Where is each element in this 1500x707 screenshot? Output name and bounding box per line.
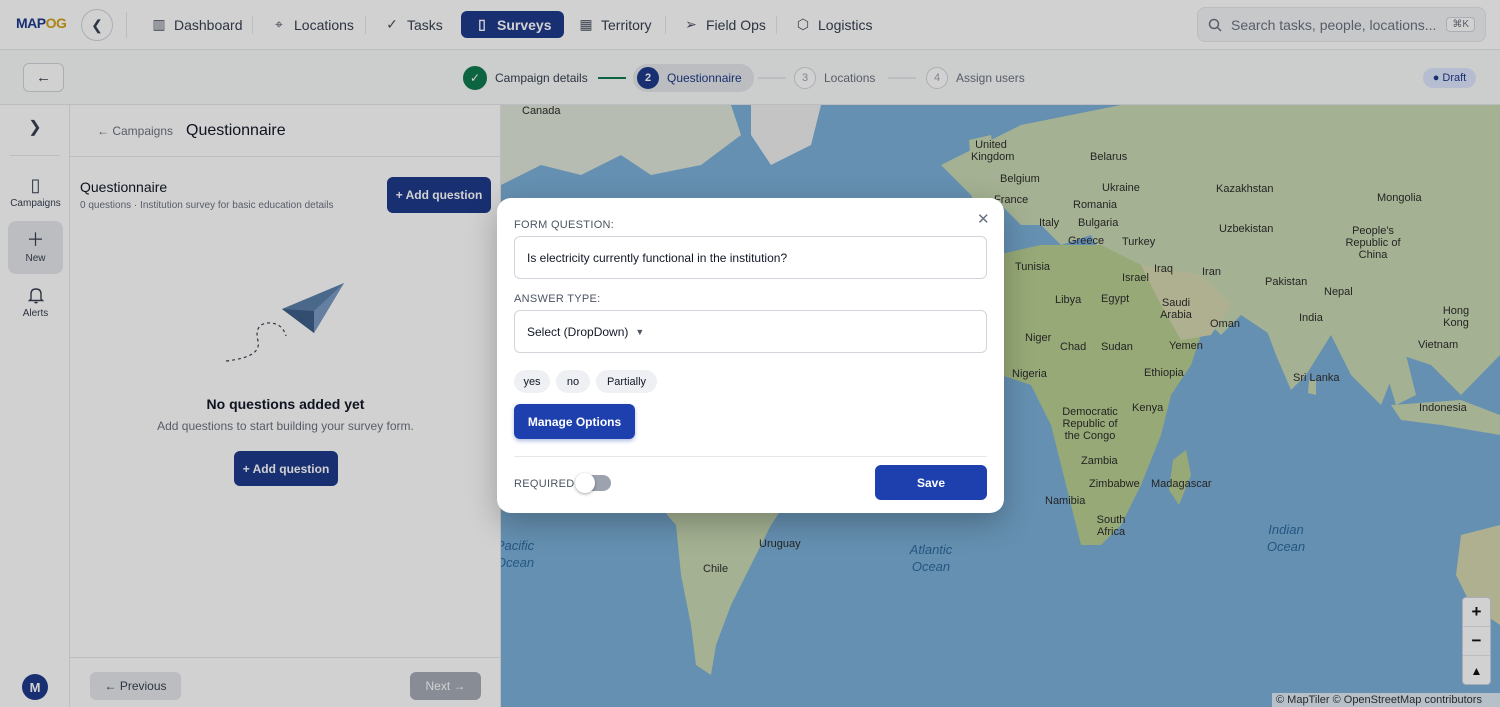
option-chip[interactable]: Partially [596, 370, 657, 393]
answer-type-select[interactable]: Select (DropDown) ▼ [514, 310, 987, 353]
option-chip[interactable]: no [556, 370, 590, 393]
form-question-label: FORM QUESTION: [514, 219, 615, 231]
manage-options-button[interactable]: Manage Options [514, 404, 635, 439]
required-toggle[interactable] [575, 473, 611, 493]
form-question-value: Is electricity currently functional in t… [527, 250, 788, 265]
save-button[interactable]: Save [875, 465, 987, 500]
form-question-input[interactable]: Is electricity currently functional in t… [514, 236, 987, 279]
caret-down-icon: ▼ [635, 326, 645, 337]
close-icon[interactable]: ✕ [977, 210, 990, 228]
answer-type-label: ANSWER TYPE: [514, 293, 601, 305]
toggle-knob [575, 473, 595, 493]
question-dialog: ✕ FORM QUESTION: Is electricity currentl… [497, 198, 1004, 513]
option-chip[interactable]: yes [514, 370, 550, 393]
answer-type-value: Select (DropDown) [527, 324, 629, 339]
required-label: REQUIRED [514, 478, 575, 490]
modal-divider [514, 456, 987, 457]
